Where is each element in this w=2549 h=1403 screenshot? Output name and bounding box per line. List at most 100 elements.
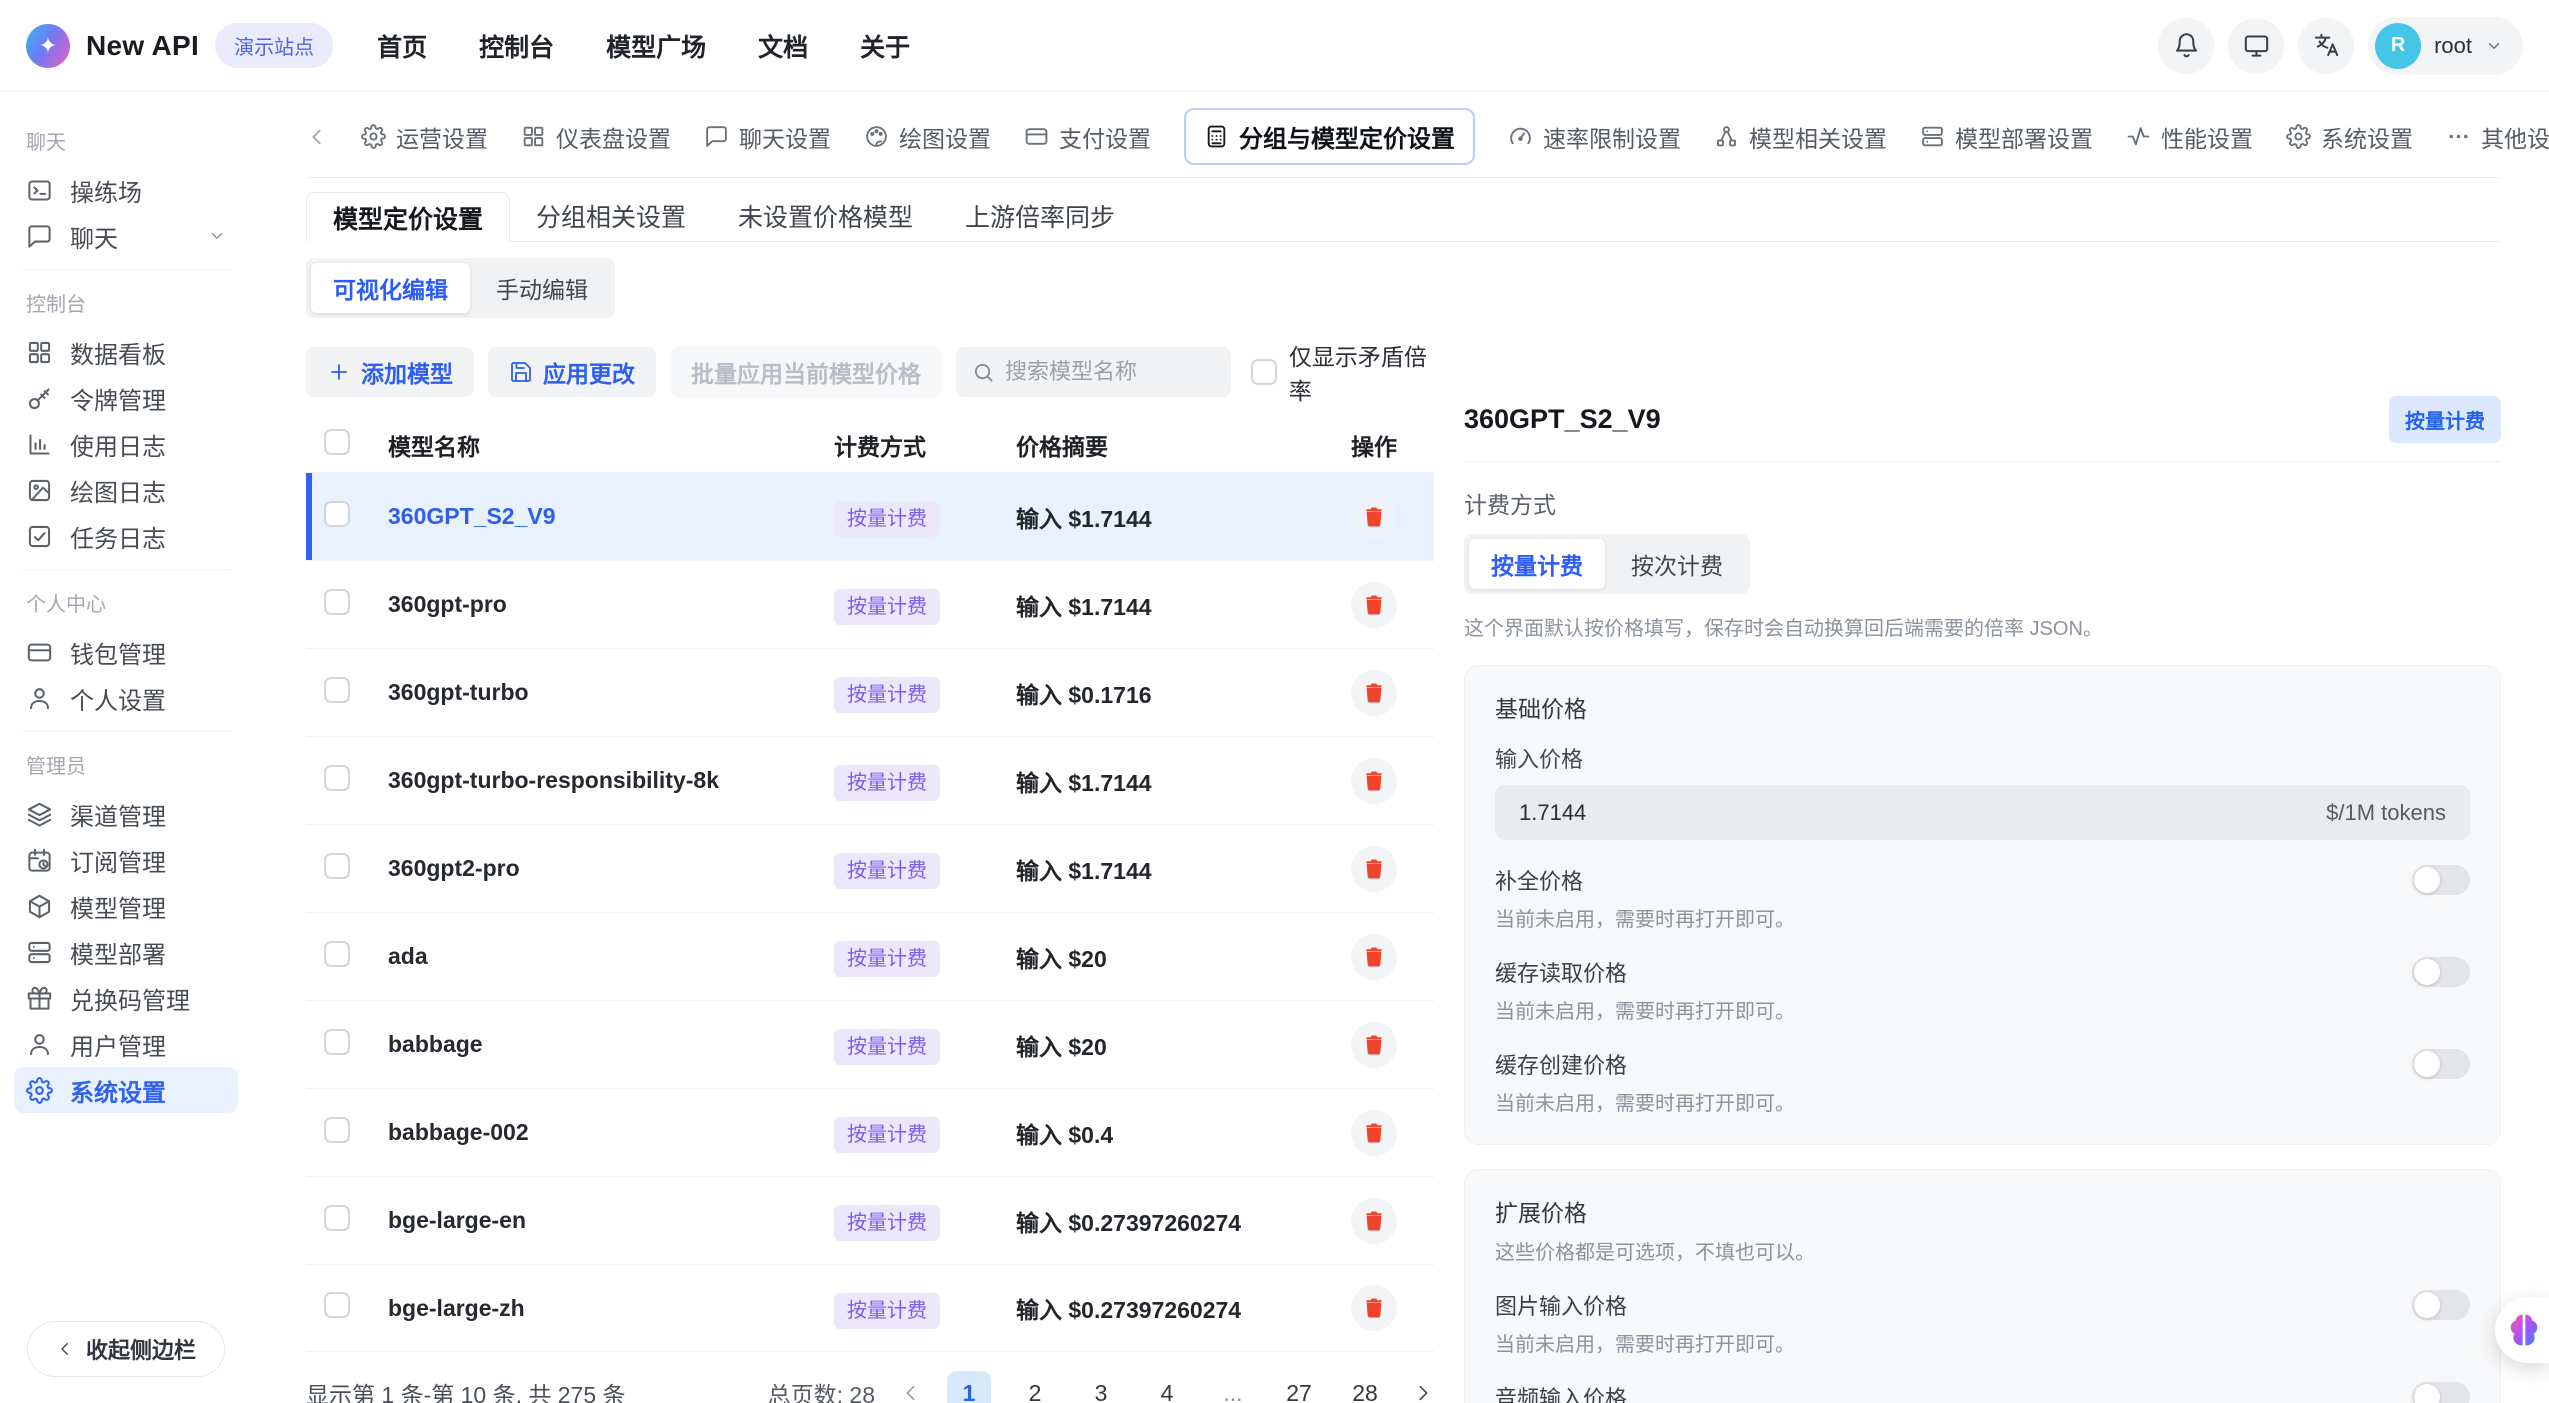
sidebar-item-usage-logs[interactable]: 使用日志 <box>14 421 238 467</box>
model-name[interactable]: 360gpt-turbo <box>388 679 834 706</box>
model-name[interactable]: 360GPT_S2_V9 <box>388 503 834 530</box>
sidebar-item-chat[interactable]: 聊天 <box>14 213 238 259</box>
table-row[interactable]: babbage-002按量计费输入 $0.4 <box>306 1088 1434 1176</box>
prev-page-icon[interactable] <box>900 1382 922 1403</box>
add-model-button[interactable]: 添加模型 <box>306 347 474 397</box>
page-button-27[interactable]: 27 <box>1277 1371 1321 1403</box>
sidebar-item-tokens[interactable]: 令牌管理 <box>14 375 238 421</box>
sidebar-item-dashboard[interactable]: 数据看板 <box>14 329 238 375</box>
table-row[interactable]: 360gpt-turbo按量计费输入 $0.1716 <box>306 648 1434 736</box>
table-row[interactable]: 360gpt-turbo-responsibility-8k按量计费输入 $1.… <box>306 736 1434 824</box>
model-name[interactable]: ada <box>388 943 834 970</box>
model-name[interactable]: bge-large-en <box>388 1207 834 1234</box>
toggle-cache-create-price[interactable] <box>2412 1049 2470 1079</box>
sidebar-item-profile[interactable]: 个人设置 <box>14 675 238 721</box>
table-row[interactable]: 360gpt2-pro按量计费输入 $1.7144 <box>306 824 1434 912</box>
settings-tab-system[interactable]: 系统设置 <box>2286 120 2413 154</box>
sidebar-item-model-deploy[interactable]: 模型部署 <box>14 929 238 975</box>
apply-changes-button[interactable]: 应用更改 <box>488 347 656 397</box>
conflict-filter[interactable]: 仅显示矛盾倍率 <box>1251 338 1434 406</box>
sidebar-item-users[interactable]: 用户管理 <box>14 1021 238 1067</box>
nav-docs[interactable]: 文档 <box>758 28 808 64</box>
settings-tab-payment[interactable]: 支付设置 <box>1024 120 1151 154</box>
settings-tab-chat[interactable]: 聊天设置 <box>704 120 831 154</box>
row-checkbox[interactable] <box>324 501 350 527</box>
conflict-filter-checkbox[interactable] <box>1251 359 1277 385</box>
model-name[interactable]: bge-large-zh <box>388 1295 834 1322</box>
toggle-cache-read-price[interactable] <box>2412 957 2470 987</box>
tabs-scroll-left-icon[interactable] <box>306 126 328 148</box>
page-button-28[interactable]: 28 <box>1343 1371 1387 1403</box>
row-checkbox[interactable] <box>324 853 350 879</box>
model-name[interactable]: 360gpt2-pro <box>388 855 834 882</box>
delete-button[interactable] <box>1351 1022 1397 1068</box>
billing-option-by-volume[interactable]: 按量计费 <box>1469 539 1605 589</box>
settings-tab-model-related[interactable]: 模型相关设置 <box>1714 120 1887 154</box>
sidebar-item-wallet[interactable]: 钱包管理 <box>14 629 238 675</box>
delete-button[interactable] <box>1351 494 1397 540</box>
batch-apply-button[interactable]: 批量应用当前模型价格 <box>670 347 942 397</box>
table-row[interactable]: bge-large-en按量计费输入 $0.27397260274 <box>306 1176 1434 1264</box>
row-checkbox[interactable] <box>324 765 350 791</box>
search-input[interactable] <box>1005 359 1215 385</box>
settings-tab-pricing[interactable]: 分组与模型定价设置 <box>1184 108 1475 165</box>
model-name[interactable]: babbage <box>388 1031 834 1058</box>
settings-tab-dashboard[interactable]: 仪表盘设置 <box>521 120 671 154</box>
table-row[interactable]: babbage按量计费输入 $20 <box>306 1000 1434 1088</box>
model-name[interactable]: babbage-002 <box>388 1119 834 1146</box>
nav-about[interactable]: 关于 <box>860 28 910 64</box>
edit-mode-manual[interactable]: 手动编辑 <box>474 263 610 313</box>
settings-tab-rate-limit[interactable]: 速率限制设置 <box>1508 120 1681 154</box>
toggle-image-input-price[interactable] <box>2412 1290 2470 1320</box>
delete-button[interactable] <box>1351 846 1397 892</box>
delete-button[interactable] <box>1351 1285 1397 1331</box>
settings-tab-other[interactable]: 其他设置 <box>2446 120 2549 154</box>
nav-console[interactable]: 控制台 <box>479 28 554 64</box>
row-checkbox[interactable] <box>324 1292 350 1318</box>
row-checkbox[interactable] <box>324 1029 350 1055</box>
toggle-audio-input-price[interactable] <box>2412 1382 2470 1403</box>
row-checkbox[interactable] <box>324 589 350 615</box>
toggle-completion-price[interactable] <box>2412 865 2470 895</box>
settings-tab-operation[interactable]: 运营设置 <box>361 120 488 154</box>
page-button-3[interactable]: 3 <box>1079 1371 1123 1403</box>
notifications-button[interactable] <box>2158 18 2214 74</box>
theme-button[interactable] <box>2228 18 2284 74</box>
row-checkbox[interactable] <box>324 1117 350 1143</box>
sidebar-item-task-logs[interactable]: 任务日志 <box>14 513 238 559</box>
billing-option-by-count[interactable]: 按次计费 <box>1609 539 1745 589</box>
collapse-sidebar-button[interactable]: 收起侧边栏 <box>27 1321 225 1377</box>
delete-button[interactable] <box>1351 582 1397 628</box>
model-name[interactable]: 360gpt-pro <box>388 591 834 618</box>
row-checkbox[interactable] <box>324 1205 350 1231</box>
sidebar-item-drawing-logs[interactable]: 绘图日志 <box>14 467 238 513</box>
model-name[interactable]: 360gpt-turbo-responsibility-8k <box>388 767 834 794</box>
table-row[interactable]: ada按量计费输入 $20 <box>306 912 1434 1000</box>
delete-button[interactable] <box>1351 934 1397 980</box>
delete-button[interactable] <box>1351 758 1397 804</box>
sidebar-item-system-settings[interactable]: 系统设置 <box>14 1067 238 1113</box>
subtab-upstream-sync[interactable]: 上游倍率同步 <box>939 191 1141 241</box>
nav-home[interactable]: 首页 <box>377 28 427 64</box>
settings-tab-performance[interactable]: 性能设置 <box>2126 120 2253 154</box>
sidebar-item-redemption[interactable]: 兑换码管理 <box>14 975 238 1021</box>
row-checkbox[interactable] <box>324 677 350 703</box>
table-row[interactable]: 360GPT_S2_V9按量计费输入 $1.7144 <box>306 472 1434 560</box>
delete-button[interactable] <box>1351 670 1397 716</box>
table-row[interactable]: bge-large-zh按量计费输入 $0.27397260274 <box>306 1264 1434 1352</box>
settings-tab-drawing[interactable]: 绘图设置 <box>864 120 991 154</box>
page-button-1[interactable]: 1 <box>947 1371 991 1403</box>
sidebar-item-subscriptions[interactable]: 订阅管理 <box>14 837 238 883</box>
delete-button[interactable] <box>1351 1198 1397 1244</box>
page-button-2[interactable]: 2 <box>1013 1371 1057 1403</box>
delete-button[interactable] <box>1351 1110 1397 1156</box>
page-button-4[interactable]: 4 <box>1145 1371 1189 1403</box>
user-menu[interactable]: R root <box>2368 17 2523 75</box>
language-button[interactable] <box>2298 18 2354 74</box>
edit-mode-visual[interactable]: 可视化编辑 <box>311 263 470 313</box>
subtab-model-pricing[interactable]: 模型定价设置 <box>306 192 510 242</box>
nav-model-market[interactable]: 模型广场 <box>606 28 706 64</box>
sidebar-item-models[interactable]: 模型管理 <box>14 883 238 929</box>
row-checkbox[interactable] <box>324 941 350 967</box>
input-price-field[interactable]: 1.7144 $/1M tokens <box>1495 785 2470 840</box>
